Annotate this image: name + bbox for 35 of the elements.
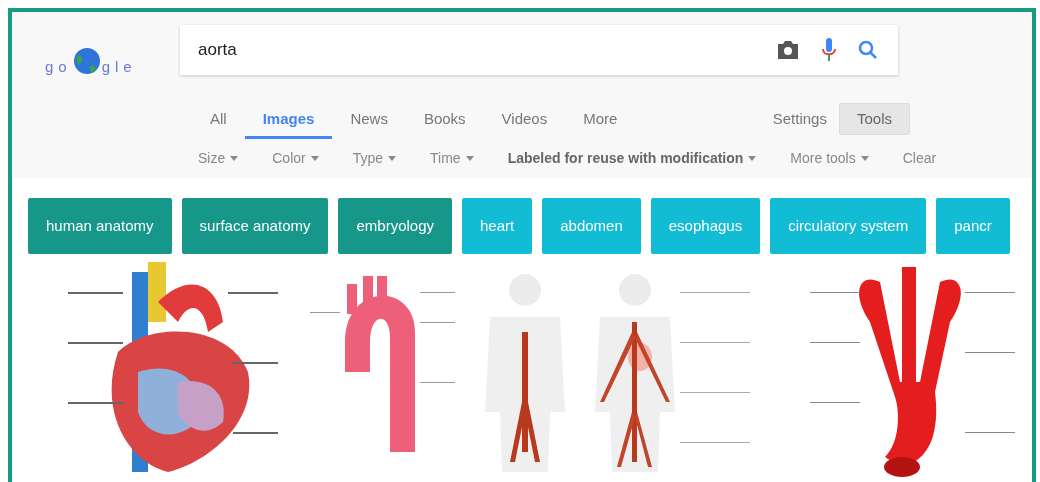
tab[interactable]: Images (244, 99, 333, 139)
tab[interactable]: Videos (483, 99, 566, 139)
tab[interactable]: News (332, 99, 406, 139)
suggestion-chip[interactable]: embryology (338, 198, 452, 254)
filter-dropdown[interactable]: Clear (902, 147, 937, 169)
tab[interactable]: Books (405, 99, 484, 139)
tab[interactable]: All (192, 99, 245, 139)
suggestion-chip[interactable]: heart (462, 198, 533, 254)
camera-icon[interactable] (776, 40, 800, 60)
tab[interactable]: Settings (760, 103, 839, 135)
suggestion-chip[interactable]: circulatory system (770, 198, 927, 254)
logo[interactable]: go gle (45, 34, 145, 74)
suggestion-chip[interactable]: abdomen (542, 198, 641, 254)
tab[interactable]: More (565, 99, 636, 139)
caret-icon (860, 155, 869, 161)
suggestion-chip[interactable]: pancr (936, 198, 1010, 254)
filter-dropdown[interactable]: Time (430, 147, 474, 169)
filter-dropdown[interactable]: Color (272, 147, 319, 169)
search-field[interactable]: aorta (180, 25, 898, 75)
filter-dropdown[interactable]: Type (352, 147, 397, 169)
globe-icon (71, 46, 102, 76)
suggestion-chip[interactable]: human anatomy (28, 198, 172, 254)
caret-icon (748, 155, 757, 161)
caret-icon (388, 155, 397, 161)
filter-dropdown[interactable]: Labeled for reuse with modification (507, 147, 757, 169)
caret-icon (465, 155, 474, 161)
tab[interactable]: Tools (838, 103, 910, 135)
filter-dropdown[interactable]: Size (198, 147, 239, 169)
search-icon[interactable] (858, 40, 878, 60)
suggestion-chip[interactable]: surface anatomy (181, 198, 329, 254)
microphone-icon[interactable] (822, 38, 836, 62)
suggestion-chip[interactable]: esophagus (650, 198, 761, 254)
caret-icon (310, 155, 319, 161)
filter-dropdown[interactable]: More tools (790, 147, 869, 169)
caret-icon (230, 155, 239, 161)
